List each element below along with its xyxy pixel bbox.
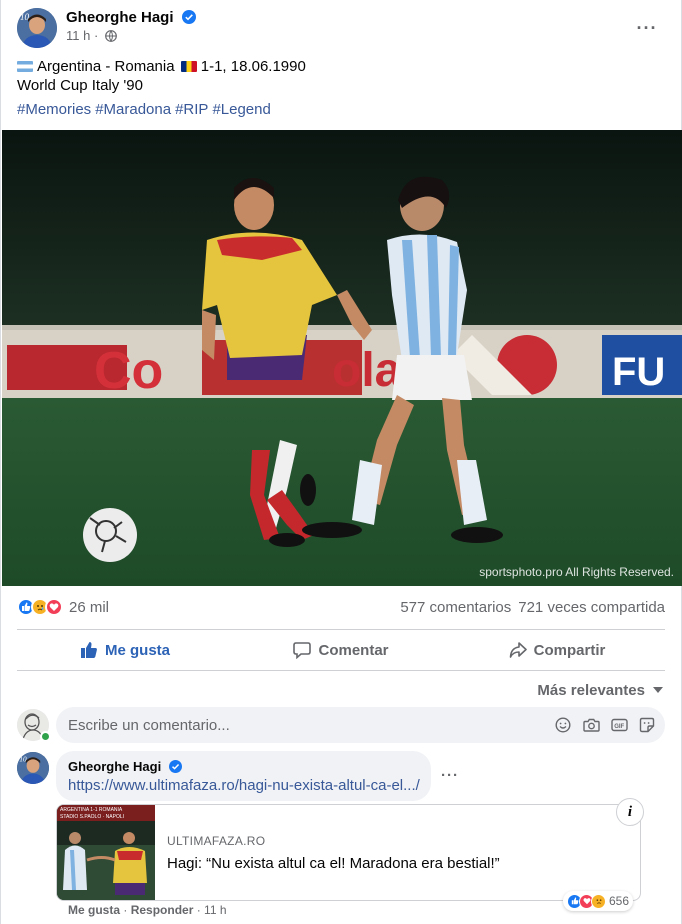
svg-text:STADIO S.PAOLO · NAPOLI: STADIO S.PAOLO · NAPOLI xyxy=(60,814,124,820)
svg-text:Co: Co xyxy=(94,342,163,400)
divider xyxy=(17,670,665,671)
football-match-photo: Co ola FU xyxy=(2,130,682,586)
post-card: 10 Gheorghe Hagi 11 h · ··· Argentina - … xyxy=(0,0,682,924)
like-button-label[interactable]: Me gusta xyxy=(105,642,170,659)
online-status-indicator xyxy=(40,731,51,742)
link-preview-title[interactable]: Hagi: “Nu exista altul ca el! Maradona e… xyxy=(167,855,500,872)
camera-icon[interactable] xyxy=(581,715,601,735)
verified-icon xyxy=(181,10,196,24)
commenter-avatar[interactable]: 10 xyxy=(17,752,49,784)
link-preview-thumbnail: ARGENTINA 1-1 ROMANIA STADIO S.PAOLO · N… xyxy=(57,805,155,900)
comment-reaction-count: 656 xyxy=(609,894,630,908)
sort-label[interactable]: Más relevantes xyxy=(537,682,645,699)
svg-text:GIF: GIF xyxy=(614,724,624,730)
hashtag-link[interactable]: #Maradona xyxy=(95,101,171,118)
ellipsis-icon: ··· xyxy=(636,17,658,38)
argentina-flag-icon xyxy=(17,61,33,72)
svg-text:ARGENTINA 1-1 ROMANIA: ARGENTINA 1-1 ROMANIA xyxy=(60,807,123,813)
comment-sort-dropdown[interactable]: Más relevantes xyxy=(537,682,663,699)
comment-input[interactable] xyxy=(68,707,488,743)
emoji-icon[interactable] xyxy=(553,715,573,735)
share-icon xyxy=(509,642,527,658)
link-preview-card[interactable]: ARGENTINA 1-1 ROMANIA STADIO S.PAOLO · N… xyxy=(56,804,641,901)
gif-icon[interactable]: GIF xyxy=(609,715,629,735)
svg-text:ola: ola xyxy=(332,344,402,397)
chevron-down-icon xyxy=(653,687,663,693)
comment-link[interactable]: https://www.ultimafaza.ro/hagi-nu-exista… xyxy=(68,777,420,794)
post-text: Argentina - Romania 1-1, 18.06.1990 Worl… xyxy=(17,57,665,95)
globe-icon xyxy=(105,30,117,42)
reaction-count[interactable]: 26 mil xyxy=(69,599,109,616)
post-more-options-button[interactable]: ··· xyxy=(633,14,661,42)
divider xyxy=(17,629,665,630)
comment-composer[interactable]: GIF xyxy=(56,707,665,743)
hashtag-link[interactable]: #RIP xyxy=(175,101,208,118)
post-line-1: Argentina - Romania 1-1, 18.06.1990 xyxy=(17,57,665,76)
sad-reaction-icon xyxy=(591,893,606,909)
love-reaction-icon xyxy=(45,598,63,616)
author-avatar[interactable]: 10 xyxy=(17,8,57,48)
ellipsis-icon: ··· xyxy=(441,767,459,784)
comment-button[interactable]: Comentar xyxy=(233,632,449,668)
comment-time[interactable]: 11 h xyxy=(204,903,226,917)
post-score-text: 1-1, 18.06.1990 xyxy=(200,58,306,75)
composer-tools: GIF xyxy=(545,715,657,735)
comment-count[interactable]: 577 comentarios xyxy=(400,599,511,616)
reaction-summary[interactable]: 26 mil xyxy=(17,596,109,618)
comment-footer: Me gusta · Responder · 11 h xyxy=(68,903,227,917)
thumbs-up-icon xyxy=(80,642,97,658)
svg-text:10: 10 xyxy=(20,12,30,22)
hashtag-link[interactable]: #Legend xyxy=(212,101,270,118)
share-button-label[interactable]: Compartir xyxy=(534,642,606,659)
sticker-icon[interactable] xyxy=(637,715,657,735)
hashtags: #Memories #Maradona #RIP #Legend xyxy=(17,101,275,118)
info-icon[interactable]: i xyxy=(616,798,644,826)
verified-icon xyxy=(168,760,182,773)
post-header: 10 Gheorghe Hagi 11 h · ··· xyxy=(17,8,669,48)
comment-like-link[interactable]: Me gusta xyxy=(68,903,120,917)
post-meta: 11 h · xyxy=(66,28,117,43)
post-actions: Me gusta Comentar Compartir xyxy=(17,632,665,668)
hashtag-link[interactable]: #Memories xyxy=(17,101,91,118)
post-photo[interactable]: Co ola FU sportsphoto.pro All Rights Res… xyxy=(2,130,682,586)
link-preview-domain: ULTIMAFAZA.RO xyxy=(167,834,266,848)
svg-text:10: 10 xyxy=(19,756,27,764)
current-user-avatar[interactable] xyxy=(17,709,51,742)
share-button[interactable]: Compartir xyxy=(449,632,665,668)
post-stats: 577 comentarios 721 veces compartida xyxy=(393,599,665,616)
comment-icon xyxy=(293,642,312,659)
share-count[interactable]: 721 veces compartida xyxy=(518,599,665,616)
romania-flag-icon xyxy=(180,61,197,72)
author-name-text[interactable]: Gheorghe Hagi xyxy=(66,9,174,26)
comment-reply-link[interactable]: Responder xyxy=(131,903,194,917)
comment-bubble: Gheorghe Hagi https://www.ultimafaza.ro/… xyxy=(56,751,431,801)
like-button[interactable]: Me gusta xyxy=(17,632,233,668)
comment-button-label[interactable]: Comentar xyxy=(318,642,388,659)
post-line-2: World Cup Italy '90 xyxy=(17,77,143,94)
post-line-1-text: Argentina - Romania xyxy=(37,58,175,75)
comment-reaction-summary[interactable]: 656 xyxy=(563,891,634,911)
svg-text:FU: FU xyxy=(612,350,665,394)
photo-credit: sportsphoto.pro All Rights Reserved. xyxy=(479,565,674,579)
commenter-name[interactable]: Gheorghe Hagi xyxy=(68,759,419,774)
commenter-name-text[interactable]: Gheorghe Hagi xyxy=(68,759,161,774)
post-time[interactable]: 11 h xyxy=(66,28,90,43)
comment-more-options-button[interactable]: ··· xyxy=(441,767,459,784)
author-name[interactable]: Gheorghe Hagi xyxy=(66,9,196,26)
